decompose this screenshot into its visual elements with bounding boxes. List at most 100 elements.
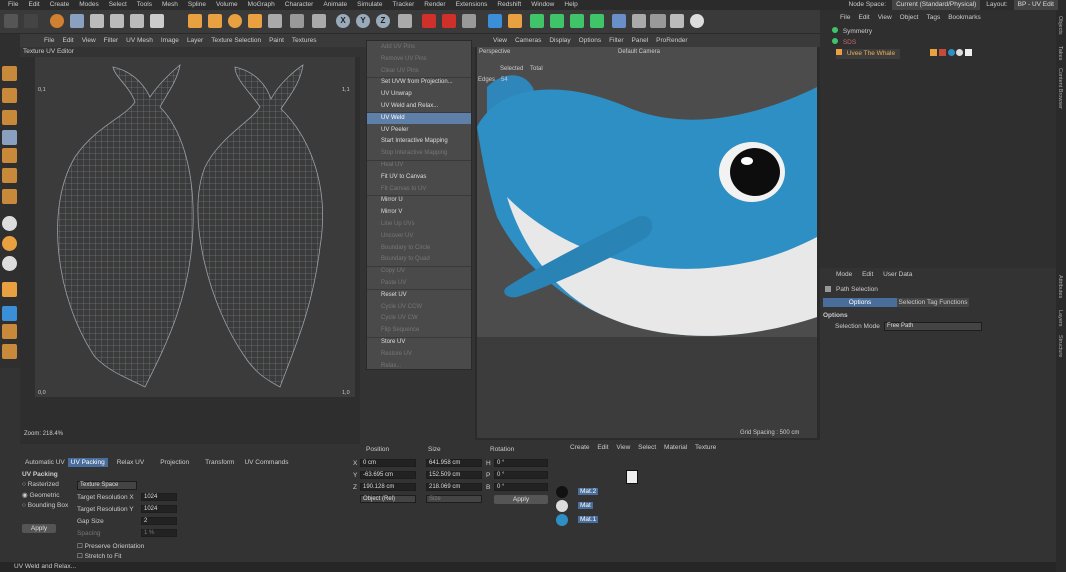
- menu-mograph[interactable]: MoGraph: [243, 0, 280, 10]
- target-res-y-input[interactable]: 1024: [141, 505, 177, 513]
- viewport-camera-label[interactable]: Default Camera: [618, 49, 660, 55]
- menu-tools[interactable]: Tools: [132, 0, 157, 10]
- tag-icon[interactable]: [632, 14, 646, 28]
- side-tab-structure[interactable]: Structure: [1057, 335, 1063, 357]
- mat-menu-select[interactable]: Select: [638, 444, 656, 451]
- material-tag-icon[interactable]: [947, 49, 955, 56]
- move-icon[interactable]: [188, 14, 202, 28]
- light-icon[interactable]: [690, 14, 704, 28]
- uv-menu-filter[interactable]: Filter: [100, 37, 122, 44]
- menu-render[interactable]: Render: [419, 0, 450, 10]
- camera-icon[interactable]: [670, 14, 684, 28]
- material-swatch-mat[interactable]: [556, 500, 568, 512]
- popup-item-mirror-v[interactable]: Mirror V: [367, 207, 471, 218]
- om-menu-tags[interactable]: Tags: [922, 14, 944, 21]
- menu-tracker[interactable]: Tracker: [387, 0, 419, 10]
- radio-geometric[interactable]: ◉ Geometric: [22, 491, 59, 499]
- redo-icon[interactable]: [24, 14, 38, 28]
- uv-packing-apply-button[interactable]: Apply: [22, 524, 56, 533]
- menu-help[interactable]: Help: [559, 0, 582, 10]
- axis-mode-icon[interactable]: [2, 189, 17, 204]
- texture-space-dropdown[interactable]: Texture Space: [77, 481, 137, 490]
- coord-mode-dropdown[interactable]: Object (Rel): [360, 495, 416, 503]
- object-row-sds[interactable]: SDS: [832, 38, 856, 48]
- uv-menu-texture-selection[interactable]: Texture Selection: [207, 37, 265, 44]
- vp-menu-display[interactable]: Display: [545, 37, 574, 44]
- floor-icon[interactable]: [650, 14, 666, 28]
- size-mode-dropdown[interactable]: Size: [426, 495, 482, 503]
- symmetry-icon[interactable]: [2, 256, 17, 271]
- tab-automatic-uv[interactable]: Automatic UV: [22, 458, 68, 467]
- popup-item-uv-unwrap[interactable]: UV Unwrap: [367, 89, 471, 100]
- undo-icon[interactable]: [4, 14, 18, 28]
- axis-z-button[interactable]: Z: [376, 14, 390, 28]
- menu-file[interactable]: File: [3, 0, 23, 10]
- workplane-icon[interactable]: [290, 14, 304, 28]
- axis-x-button[interactable]: X: [336, 14, 350, 28]
- material-swatch-mat2[interactable]: [556, 486, 568, 498]
- menu-volume[interactable]: Volume: [211, 0, 243, 10]
- mat-menu-view[interactable]: View: [616, 444, 630, 451]
- preserve-orientation-checkbox[interactable]: ☐ Preserve Orientation: [77, 542, 144, 550]
- subdivision-icon[interactable]: [530, 14, 544, 28]
- rotate-icon[interactable]: [228, 14, 242, 28]
- uv-menu-uvmesh[interactable]: UV Mesh: [122, 37, 157, 44]
- popup-item-uv-weld-and-relax[interactable]: UV Weld and Relax...: [367, 101, 471, 112]
- polygon-select-icon[interactable]: [150, 14, 164, 28]
- sculpt-icon[interactable]: [2, 344, 17, 359]
- side-tab-objects[interactable]: Objects: [1057, 16, 1063, 35]
- size-z-input[interactable]: 218.069 cm: [426, 483, 482, 491]
- position-x-input[interactable]: 0 cm: [360, 459, 416, 467]
- menu-animate[interactable]: Animate: [318, 0, 352, 10]
- live-select-icon[interactable]: [90, 14, 104, 28]
- solo-icon[interactable]: [2, 236, 17, 251]
- object-row-whale[interactable]: Uvee The Whale: [836, 49, 900, 59]
- om-menu-edit[interactable]: Edit: [854, 14, 873, 21]
- mat-menu-edit[interactable]: Edit: [597, 444, 608, 451]
- uv-menu-paint[interactable]: Paint: [265, 37, 288, 44]
- viewport-3d[interactable]: [477, 47, 817, 438]
- attr-menu-edit[interactable]: Edit: [862, 271, 873, 278]
- uv-canvas[interactable]: [35, 57, 355, 397]
- position-y-input[interactable]: -63.695 cm: [360, 471, 416, 479]
- box-select-icon[interactable]: [110, 14, 124, 28]
- menu-window[interactable]: Window: [526, 0, 559, 10]
- snap-icon[interactable]: [268, 14, 282, 28]
- coordinate-system-icon[interactable]: [398, 14, 412, 28]
- rotation-h-input[interactable]: 0 °: [494, 459, 548, 467]
- menu-character[interactable]: Character: [280, 0, 319, 10]
- attr-tab-selection-tag[interactable]: Selection Tag Functions: [897, 298, 969, 307]
- popup-item-mirror-u[interactable]: Mirror U: [367, 195, 471, 206]
- side-tab-takes[interactable]: Takes: [1057, 46, 1063, 60]
- om-menu-view[interactable]: View: [874, 14, 896, 21]
- mat-menu-material[interactable]: Material: [664, 444, 687, 451]
- uv-menu-image[interactable]: Image: [157, 37, 183, 44]
- lasso-icon[interactable]: [130, 14, 144, 28]
- radio-bounding-box[interactable]: ○ Bounding Box: [22, 502, 68, 509]
- menu-edit[interactable]: Edit: [23, 0, 44, 10]
- points-mode-icon[interactable]: [2, 66, 17, 81]
- size-y-input[interactable]: 152.509 cm: [426, 471, 482, 479]
- edges-mode-icon[interactable]: [2, 88, 17, 103]
- om-menu-file[interactable]: File: [836, 14, 854, 21]
- target-res-x-input[interactable]: 1024: [141, 493, 177, 501]
- menu-create[interactable]: Create: [45, 0, 75, 10]
- render-picture-viewer-icon[interactable]: [442, 14, 456, 28]
- pen-icon[interactable]: [508, 14, 522, 28]
- side-tab-layers[interactable]: Layers: [1057, 310, 1063, 327]
- menu-extensions[interactable]: Extensions: [451, 0, 493, 10]
- mat-menu-texture[interactable]: Texture: [695, 444, 716, 451]
- menu-mesh[interactable]: Mesh: [157, 0, 183, 10]
- render-settings-icon[interactable]: [462, 14, 476, 28]
- model-mode-icon[interactable]: [312, 14, 326, 28]
- popup-item-uv-peeler[interactable]: UV Peeler: [367, 125, 471, 136]
- material-label-mat2[interactable]: Mat.2: [578, 488, 599, 495]
- lock-workplane-icon[interactable]: [2, 282, 17, 297]
- tab-transform[interactable]: Transform: [202, 458, 237, 467]
- popup-item-store-uv[interactable]: Store UV: [367, 337, 471, 348]
- attr-menu-userdata[interactable]: User Data: [883, 271, 912, 278]
- menu-select[interactable]: Select: [104, 0, 132, 10]
- gap-size-input[interactable]: 2: [141, 517, 177, 525]
- vp-menu-prorender[interactable]: ProRender: [652, 37, 691, 44]
- side-tab-content-browser[interactable]: Content Browser: [1057, 68, 1063, 109]
